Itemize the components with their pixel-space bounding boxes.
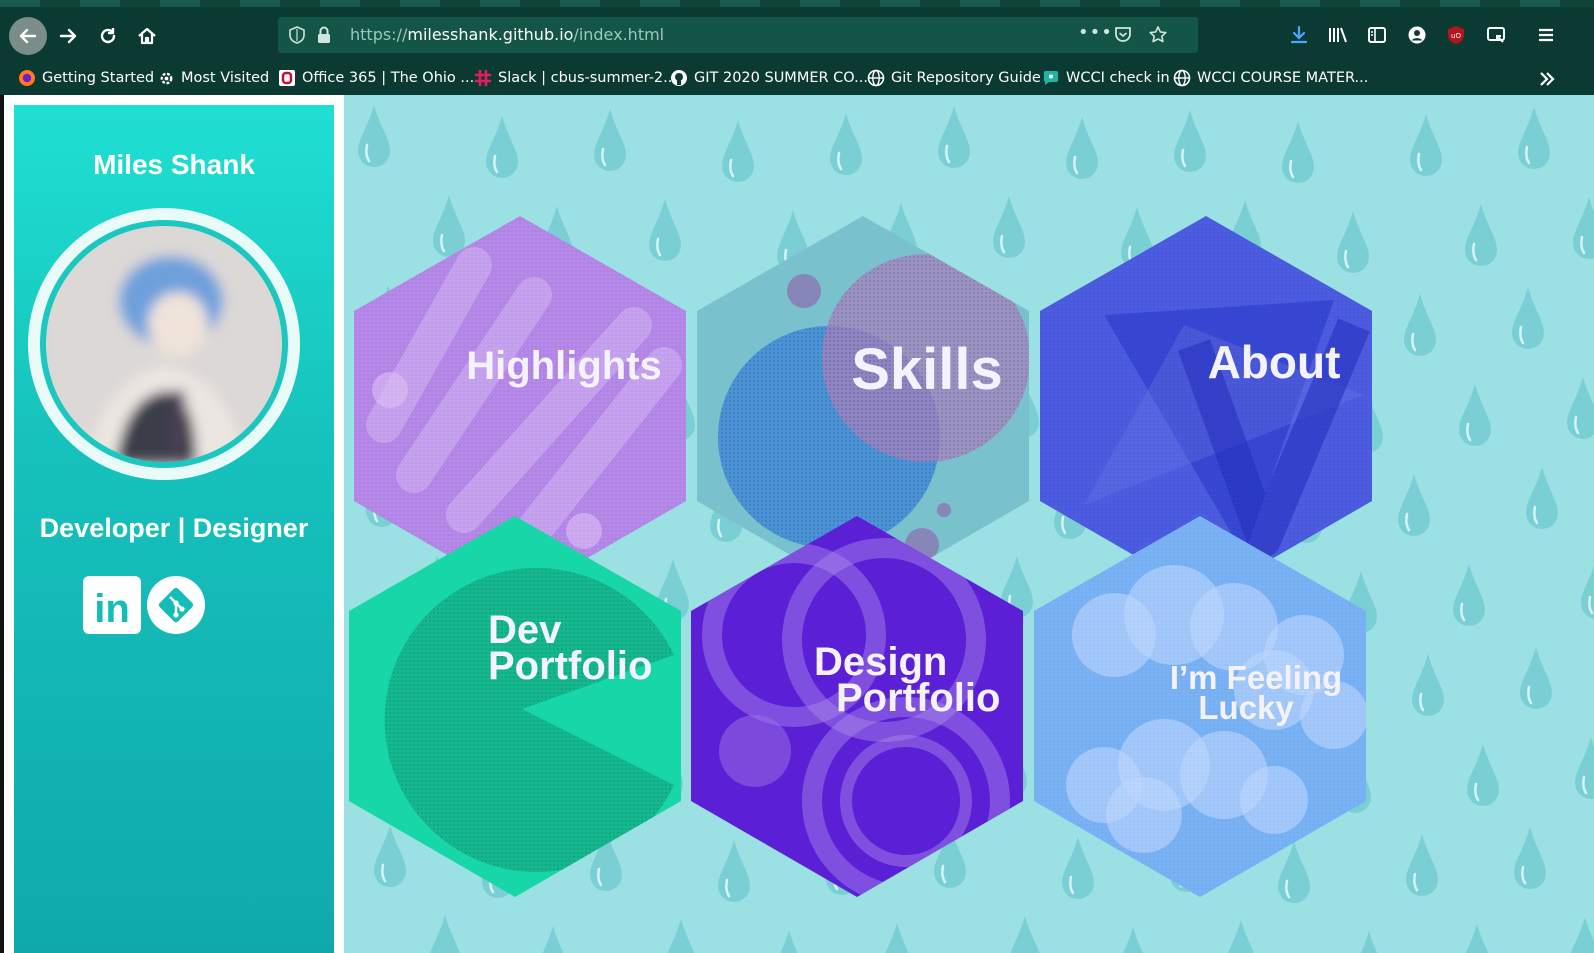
hex-grid-area: Highlights Skills About Dev Portfolio De… [344, 95, 1594, 953]
github-icon [671, 70, 687, 86]
tile-feeling-lucky[interactable]: I’m Feeling Lucky [1034, 516, 1368, 897]
sidebar-icon [1368, 27, 1386, 43]
bookmark-label: Slack | cbus-summer-2... [498, 70, 677, 86]
library-icon [1329, 27, 1347, 43]
bookmark-git-2020[interactable]: GIT 2020 SUMMER CO... [670, 62, 868, 95]
arrow-right-icon [59, 28, 77, 44]
star-icon[interactable] [1148, 25, 1168, 45]
reload-icon [100, 28, 116, 44]
profile-role: Developer | Designer [39, 513, 309, 543]
tile-label-about: About [1208, 336, 1341, 388]
account-icon [1408, 26, 1426, 44]
profile-sidebar: Miles Shank Developer | Designer in [14, 105, 334, 953]
portrait-image [46, 226, 282, 462]
svg-text:uO: uO [1451, 32, 1461, 40]
bookmark-label: WCCI check in [1066, 70, 1170, 86]
menu-button[interactable] [1531, 20, 1561, 50]
page-actions-button[interactable]: ••• [1078, 24, 1112, 45]
bookmark-slack[interactable]: Slack | cbus-summer-2... [474, 62, 677, 95]
avatar [40, 220, 288, 468]
tile-label-dev-line2: Portfolio [488, 644, 652, 688]
bookmark-label: Git Repository Guide [891, 70, 1041, 86]
home-button[interactable] [128, 17, 166, 55]
ublock-button[interactable]: uO [1441, 20, 1471, 50]
back-button[interactable] [9, 17, 47, 55]
bookmark-wcci-check-in[interactable]: WCCI check in [1042, 62, 1170, 95]
avatar-ring [28, 208, 300, 480]
bookmark-git-repo-guide[interactable]: Git Repository Guide [867, 62, 1041, 95]
pocket-icon[interactable] [1113, 25, 1133, 45]
url-scheme: https:// [350, 25, 408, 44]
tile-label-design-line2: Portfolio [836, 676, 1000, 720]
tile-label-skills: Skills [851, 337, 1003, 402]
office-icon [279, 70, 295, 86]
lock-icon [318, 26, 330, 43]
bookmark-label: Getting Started [42, 70, 155, 86]
window-edge [0, 95, 4, 953]
tile-label-lucky-line2: Lucky [1198, 689, 1294, 726]
globe-icon [867, 69, 885, 87]
page-viewport: Miles Shank Developer | Designer in High… [0, 95, 1594, 953]
screenshot-icon [1487, 27, 1505, 43]
browser-toolbar: https://milesshank.github.io/index.html … [0, 0, 1594, 62]
globe-icon [1173, 69, 1191, 87]
sidebar-toggle-button[interactable] [1362, 20, 1392, 50]
screenshot-button[interactable] [1481, 20, 1511, 50]
chat-icon [1043, 71, 1058, 85]
bookmark-wcci-course[interactable]: WCCI COURSE MATER... [1173, 62, 1368, 95]
address-bar[interactable]: https://milesshank.github.io/index.html … [278, 17, 1198, 53]
shield-icon [289, 26, 305, 44]
download-icon [1290, 25, 1308, 44]
hamburger-icon [1539, 28, 1553, 42]
hex-tiles: Highlights Skills About Dev Portfolio De… [349, 216, 1372, 897]
bookmark-getting-started[interactable]: Getting Started [18, 62, 154, 95]
gear-icon [160, 72, 173, 84]
account-button[interactable] [1402, 20, 1432, 50]
bookmark-label: Office 365 | The Ohio ... [302, 70, 475, 86]
forward-button[interactable] [49, 17, 87, 55]
bookmarks-overflow-button[interactable] [1532, 64, 1562, 94]
reload-button[interactable] [89, 17, 127, 55]
downloads-button[interactable] [1284, 20, 1314, 50]
tab-strip [0, 0, 1594, 7]
url-path: /index.html [573, 25, 665, 44]
bookmark-office-365[interactable]: Office 365 | The Ohio ... [278, 62, 474, 95]
linkedin-label: in [94, 587, 130, 631]
profile-name: Miles Shank [93, 149, 255, 180]
url-host: milesshank.github.io [407, 25, 574, 44]
git-icon [147, 576, 205, 634]
tile-design-portfolio[interactable]: Design Portfolio [691, 516, 1023, 897]
library-button[interactable] [1323, 20, 1353, 50]
firefox-icon [19, 70, 35, 86]
url-text: https://milesshank.github.io/index.html [350, 17, 664, 53]
avatar-photo [46, 226, 282, 462]
home-icon [138, 27, 156, 45]
tile-label-highlights: Highlights [466, 344, 662, 388]
bookmark-label: WCCI COURSE MATER... [1197, 70, 1369, 86]
chevron-double-right-icon [1540, 72, 1555, 86]
tile-dev-portfolio[interactable]: Dev Portfolio [349, 516, 681, 897]
bookmarks-toolbar: Getting Started Most Visited Office 365 … [0, 62, 1594, 95]
bookmark-label: Most Visited [181, 70, 270, 86]
ublock-icon: uO [1448, 26, 1464, 44]
arrow-left-icon [19, 28, 37, 44]
linkedin-link[interactable]: in [82, 575, 142, 635]
bookmark-label: GIT 2020 SUMMER CO... [694, 70, 868, 86]
linkedin-icon: in [83, 576, 141, 634]
bookmark-most-visited[interactable]: Most Visited [158, 62, 269, 95]
slack-icon [474, 69, 492, 87]
git-link[interactable] [146, 575, 206, 635]
